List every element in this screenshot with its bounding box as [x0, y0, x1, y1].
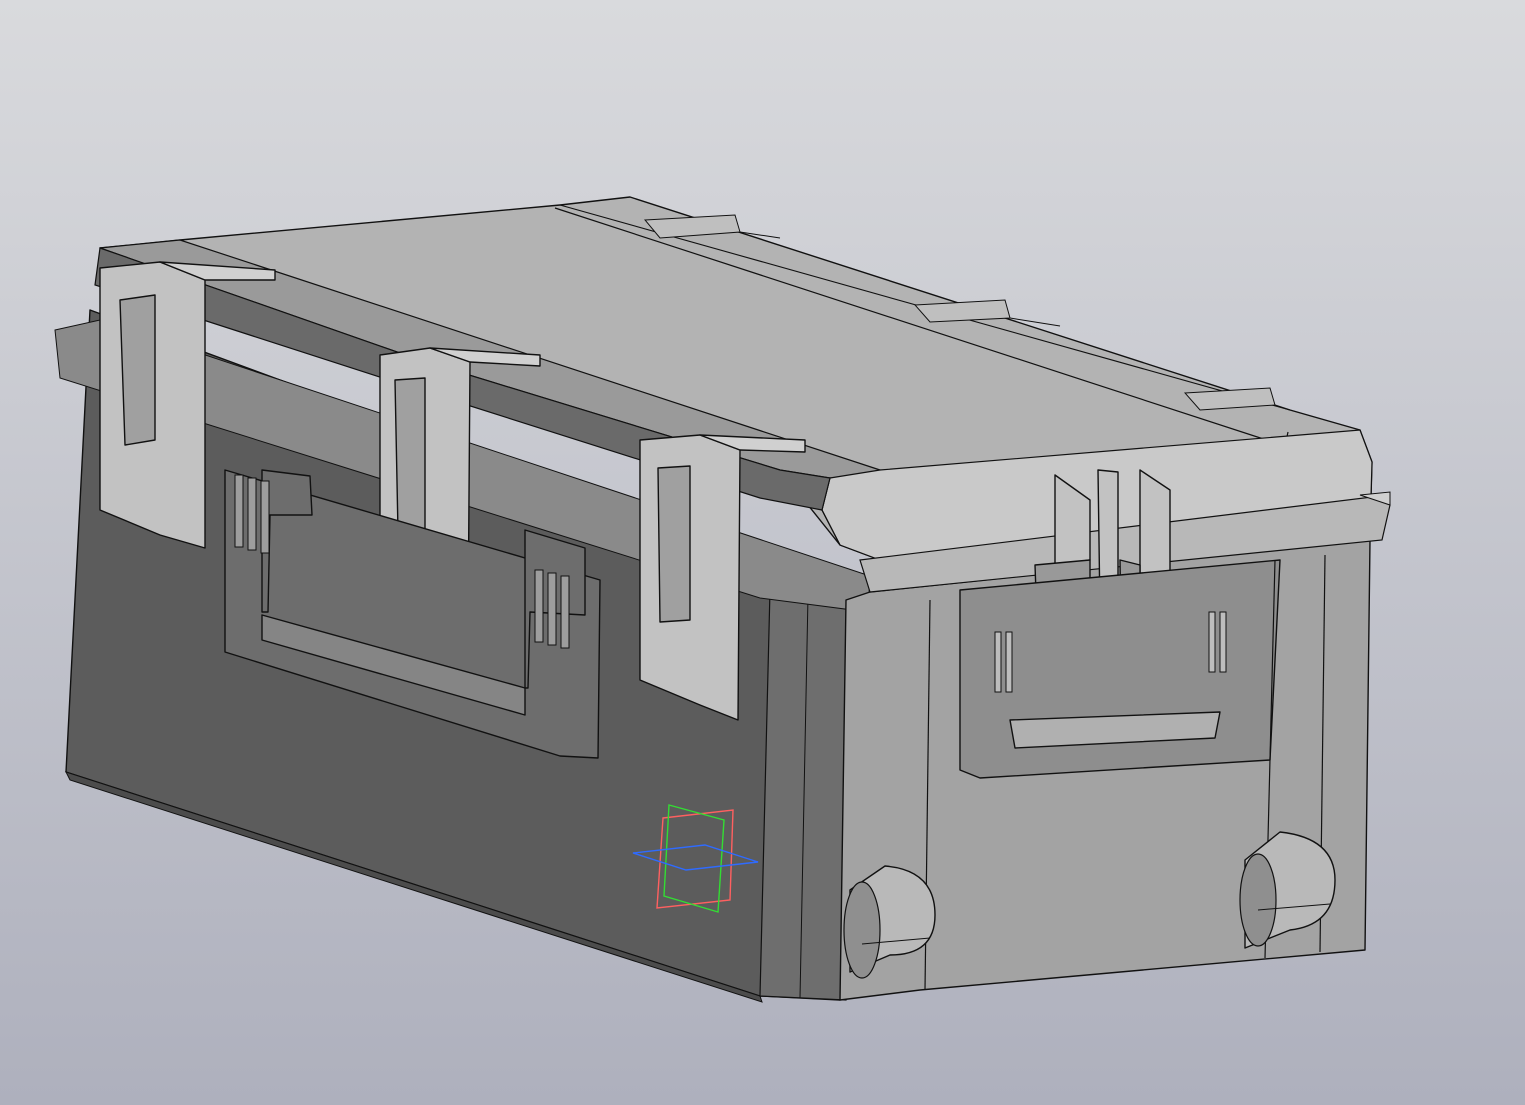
handle-ribs-left: [234, 474, 270, 554]
model-scene[interactable]: [0, 0, 1525, 1105]
front-corner-rounding: [759, 589, 851, 1001]
3d-viewport[interactable]: [0, 0, 1525, 1105]
handle-ribs-right: [534, 569, 570, 649]
end-handle[interactable]: [959, 559, 1281, 779]
